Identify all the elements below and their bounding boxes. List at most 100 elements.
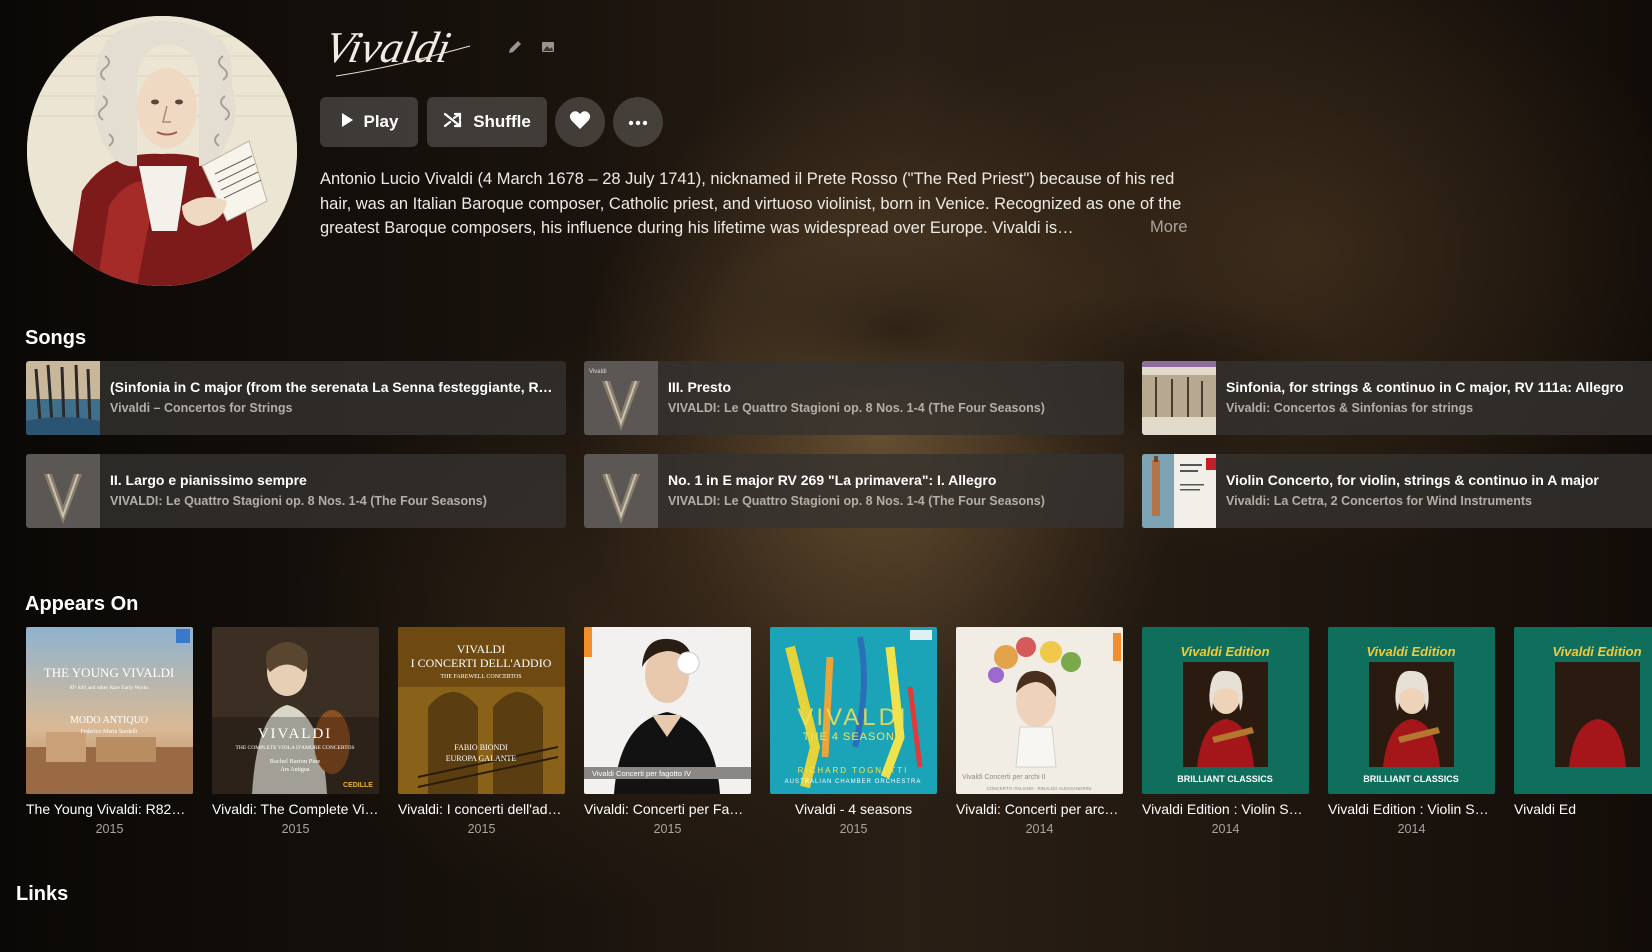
shuffle-button[interactable]: Shuffle <box>427 97 547 147</box>
play-button[interactable]: Play <box>320 97 418 147</box>
album-card[interactable]: VIVALDI THE 4 SEASONS RICHARD TOGNETTI A… <box>770 627 937 836</box>
song-card[interactable]: Vivaldi III. Presto VIVALDI: Le Quattro … <box>584 361 1124 435</box>
album-cover: Vivaldi Edition <box>1514 627 1652 794</box>
song-title: II. Largo e pianissimo sempre <box>110 472 307 488</box>
album-title: Vivaldi: I concerti dell'addi... <box>398 801 565 817</box>
album-card[interactable]: Vivaldi Edition Vivaldi Ed <box>1514 627 1652 822</box>
album-card[interactable]: Vivaldi Concerti per archi II CONCERTO I… <box>956 627 1123 836</box>
appears-on-section-title: Appears On <box>25 593 139 615</box>
artist-bio: Antonio Lucio Vivaldi (4 March 1678 – 28… <box>320 170 1182 237</box>
song-card[interactable]: Sinfonia, for strings & continuo in C ma… <box>1142 361 1652 435</box>
album-cover: Vivaldi Concerti per fagotto IV <box>584 627 751 794</box>
album-year: 2015 <box>653 822 682 836</box>
album-year: 2015 <box>281 822 310 836</box>
album-year: 2015 <box>95 822 124 836</box>
edit-image-icon[interactable] <box>540 39 556 55</box>
song-title: No. 1 in E major RV 269 "La primavera": … <box>668 472 997 488</box>
thumb-label: Vivaldi <box>589 369 607 375</box>
album-card[interactable]: Vivaldi Edition BRILLIANT CLASSICS Vival… <box>1328 627 1495 836</box>
artist-page: Vivaldi Play Shuffle Antonio Lucio Vival… <box>0 0 1652 952</box>
play-button-label: Play <box>363 112 399 131</box>
album-year: 2015 <box>839 822 868 836</box>
cover-line3: THE FAREWELL CONCERTOS <box>440 674 521 680</box>
album-year: 2014 <box>1025 822 1054 836</box>
shuffle-button-label: Shuffle <box>473 112 531 131</box>
heart-icon <box>569 110 591 135</box>
song-album[interactable]: Vivaldi: Concertos & Sinfonias for strin… <box>1226 401 1652 415</box>
album-title: Vivaldi Edition : Violin Son... <box>1328 801 1495 817</box>
song-album[interactable]: Vivaldi: La Cetra, 2 Concertos for Wind … <box>1226 494 1652 508</box>
cover-ensemble: AUSTRALIAN CHAMBER ORCHESTRA <box>785 779 922 785</box>
song-thumbnail <box>1142 454 1216 528</box>
album-title: Vivaldi: Concerti per Fago... <box>584 801 751 817</box>
cover-ensemble: CONCERTO ITALIANO · RINALDO ALESSANDRINI <box>986 786 1091 791</box>
cover-line: Vivaldi Concerti per archi II <box>962 774 1046 781</box>
shuffle-icon <box>443 111 463 134</box>
song-thumbnail: Vivaldi <box>584 361 658 435</box>
songs-section-title: Songs <box>25 327 87 349</box>
cover-title: VIVALDI <box>258 726 333 742</box>
cover-title: Vivaldi Edition <box>1552 644 1641 659</box>
song-title: Violin Concerto, for violin, strings & c… <box>1226 472 1599 488</box>
cover-line1: VIVALDI <box>457 642 505 656</box>
song-title: III. Presto <box>668 379 732 395</box>
album-title: Vivaldi - 4 seasons <box>794 801 913 817</box>
edit-pencil-icon[interactable] <box>507 39 523 55</box>
play-icon <box>340 112 354 133</box>
song-thumbnail <box>26 454 100 528</box>
song-album[interactable]: VIVALDI: Le Quattro Stagioni op. 8 Nos. … <box>668 494 1116 508</box>
song-title: Sinfonia, for strings & continuo in C ma… <box>1226 379 1624 395</box>
song-album[interactable]: VIVALDI: Le Quattro Stagioni op. 8 Nos. … <box>668 401 1116 415</box>
album-card[interactable]: THE YOUNG VIVALDI RV 820 and other Rare … <box>26 627 193 836</box>
artist-portrait <box>27 16 297 286</box>
album-cover: VIVALDI THE 4 SEASONS RICHARD TOGNETTI A… <box>770 627 937 794</box>
album-title: Vivaldi: Concerti per archi II <box>956 801 1123 817</box>
cover-title: Vivaldi Edition <box>1180 644 1269 659</box>
song-thumbnail <box>1142 361 1216 435</box>
song-card[interactable]: Violin Concerto, for violin, strings & c… <box>1142 454 1652 528</box>
cover-title: Vivaldi Edition <box>1366 644 1455 659</box>
cover-line2: I CONCERTI DELL'ADDIO <box>411 656 552 670</box>
favorite-button[interactable] <box>555 97 605 147</box>
album-year: 2015 <box>467 822 496 836</box>
song-card[interactable]: No. 1 in E major RV 269 "La primavera": … <box>584 454 1124 528</box>
cover-subtitle: THE COMPLETE VIOLA D'AMORE CONCERTOS <box>235 745 354 751</box>
cover-conductor: Federico Maria Sardelli <box>81 729 138 735</box>
cover-label: BRILLIANT CLASSICS <box>1363 774 1459 784</box>
album-card[interactable]: VIVALDI I CONCERTI DELL'ADDIO THE FAREWE… <box>398 627 565 836</box>
song-thumbnail <box>26 361 100 435</box>
cover-label: BRILLIANT CLASSICS <box>1177 774 1273 784</box>
more-dots-icon <box>628 113 648 131</box>
cover-line: Vivaldi Concerti per fagotto IV <box>592 769 691 778</box>
album-cover: THE YOUNG VIVALDI RV 820 and other Rare … <box>26 627 193 794</box>
cover-label: CEDILLE <box>343 782 373 789</box>
album-year: 2014 <box>1211 822 1240 836</box>
cover-artist: Rachel Barton Pine <box>270 758 321 765</box>
album-card[interactable]: Vivaldi Edition BRILLIANT CLASSICS Vival… <box>1142 627 1309 836</box>
cover-artist: RICHARD TOGNETTI <box>798 766 909 775</box>
album-card[interactable]: Vivaldi Concerti per fagotto IV Vivaldi:… <box>584 627 751 836</box>
bio-more-link[interactable]: More <box>1150 218 1188 237</box>
album-cover: Vivaldi Edition BRILLIANT CLASSICS <box>1328 627 1495 794</box>
album-cover: VIVALDI I CONCERTI DELL'ADDIO THE FAREWE… <box>398 627 565 794</box>
album-title: Vivaldi: The Complete Vio... <box>212 801 379 817</box>
song-title: (Sinfonia in C major (from the serenata … <box>110 379 558 395</box>
song-card[interactable]: II. Largo e pianissimo sempre VIVALDI: L… <box>26 454 566 528</box>
album-card[interactable]: VIVALDI THE COMPLETE VIOLA D'AMORE CONCE… <box>212 627 379 836</box>
links-section-title: Links <box>16 883 69 905</box>
cover-ensemble: Ars Antigua <box>280 767 310 773</box>
cover-title: VIVALDI <box>797 704 908 731</box>
album-cover: Vivaldi Edition BRILLIANT CLASSICS <box>1142 627 1309 794</box>
album-title: The Young Vivaldi: R820 ... <box>26 801 193 817</box>
song-album[interactable]: Vivaldi – Concertos for Strings <box>110 401 558 415</box>
cover-ensemble: MODO ANTIQUO <box>70 715 148 726</box>
song-album[interactable]: VIVALDI: Le Quattro Stagioni op. 8 Nos. … <box>110 494 558 508</box>
cover-subtitle: THE 4 SEASONS <box>803 731 903 743</box>
song-thumbnail <box>584 454 658 528</box>
song-card[interactable]: (Sinfonia in C major (from the serenata … <box>26 361 566 435</box>
cover-subtitle: RV 820 and other Rare Early Works <box>69 685 148 691</box>
album-title: Vivaldi Ed <box>1514 801 1577 817</box>
album-year: 2014 <box>1397 822 1426 836</box>
album-title: Vivaldi Edition : Violin Son... <box>1142 801 1309 817</box>
more-options-button[interactable] <box>613 97 663 147</box>
